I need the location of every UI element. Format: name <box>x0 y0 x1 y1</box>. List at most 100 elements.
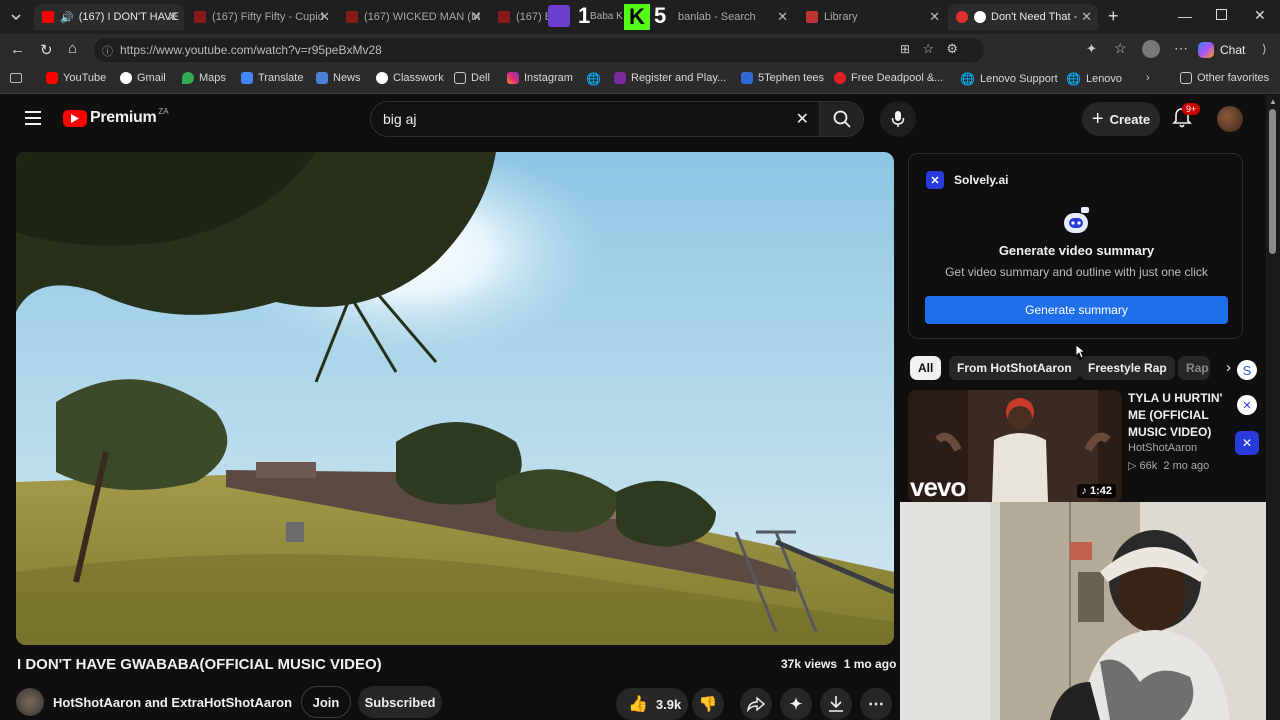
browser-tab[interactable]: banlab - Search ✕ <box>664 4 794 30</box>
channel-avatar[interactable] <box>16 688 44 716</box>
close-tab-icon[interactable]: ✕ <box>777 9 788 25</box>
close-tab-icon[interactable]: ✕ <box>471 9 482 25</box>
bookmark-lenovo-support[interactable]: 🌐 Lenovo Support <box>960 72 1058 86</box>
tab-label: (167) Fifty Fifty - Cupid <box>212 11 324 23</box>
clear-search-icon[interactable]: ✕ <box>796 109 809 129</box>
like-button[interactable]: 👍 3.9k <box>616 688 688 720</box>
bookmark-classwork[interactable]: Classwork <box>376 72 444 84</box>
bookmark-label: Free Deadpool &... <box>851 72 944 84</box>
bookmarks-overflow-icon[interactable]: › <box>1146 72 1150 84</box>
globe-icon: 🌐 <box>586 72 601 86</box>
apps-icon[interactable]: ⊞ <box>900 42 910 56</box>
close-tab-icon[interactable]: ✕ <box>167 9 178 25</box>
bookmark-translate[interactable]: Translate <box>241 72 303 84</box>
youtube-favicon-icon <box>42 11 54 23</box>
close-window-icon[interactable]: ✕ <box>1254 7 1266 24</box>
recommended-channel[interactable]: HotShotAaron <box>1128 442 1197 454</box>
bookmark-label: 5Tephen tees <box>758 72 825 84</box>
like-count: 3.9k <box>655 696 682 712</box>
vevo-logo: vevo <box>910 472 966 502</box>
join-button[interactable]: Join <box>301 686 351 718</box>
chip-freestyle-rap[interactable]: Freestyle Rap <box>1080 356 1175 380</box>
hamburger-menu-icon[interactable] <box>25 111 41 125</box>
channel-name[interactable]: HotShotAaron and ExtraHotShotAaron <box>53 695 292 710</box>
generate-summary-label: Generate summary <box>1025 303 1128 317</box>
extensions-puzzle-icon[interactable]: ✦ <box>1086 41 1097 57</box>
browser-tab[interactable]: (167) WICKED MAN (M ✕ <box>338 4 488 30</box>
solvely-summary-panel: ✕ Solvely.ai Generate video summary Get … <box>908 153 1243 339</box>
favorite-star-icon[interactable]: ☆ <box>922 41 934 57</box>
bookmark-instagram[interactable]: Instagram <box>507 72 573 84</box>
bookmark-news[interactable]: News <box>316 72 361 84</box>
solvely-logo-icon: ✕ <box>926 171 944 189</box>
home-icon[interactable]: ⌂ <box>68 40 77 57</box>
tab-list-icon[interactable] <box>8 9 26 25</box>
scrollbar-up-icon[interactable]: ▲ <box>1269 97 1277 106</box>
bookmark-5tephen-tees[interactable]: 5Tephen tees <box>741 72 824 84</box>
plus-icon: + <box>1091 107 1104 130</box>
extension-icon[interactable]: ⚙ <box>946 41 958 57</box>
browser-tab[interactable]: 🔊 (167) I DON'T HAVE ✕ <box>34 4 184 30</box>
bookmark-label: Dell <box>471 72 490 84</box>
more-menu-icon[interactable]: ⋯ <box>1174 40 1188 57</box>
bookmark-dell[interactable]: Dell <box>454 72 490 84</box>
site-info-icon[interactable]: ⓘ <box>102 43 113 59</box>
bookmark-maps[interactable]: Maps <box>182 72 226 84</box>
youtube-premium-logo[interactable]: Premium ZA <box>63 107 169 127</box>
video-frame <box>16 152 894 645</box>
back-icon[interactable]: ← <box>10 41 25 58</box>
browser-tab[interactable]: (167) Fifty Fifty - Cupid ✕ <box>186 4 336 30</box>
close-tab-icon[interactable]: ✕ <box>1081 9 1092 25</box>
download-button[interactable] <box>820 688 852 720</box>
chip-rap[interactable]: Rap <box>1178 356 1210 380</box>
video-player[interactable] <box>16 152 894 645</box>
bookmark-register[interactable]: Register and Play... <box>614 72 726 84</box>
side-extension-close-button[interactable]: ✕ <box>1237 395 1257 415</box>
bookmark-youtube[interactable]: YouTube <box>46 72 106 84</box>
minimize-icon[interactable]: — <box>1178 8 1192 24</box>
dislike-button[interactable]: 👎 <box>692 688 724 720</box>
bookmark-lenovo[interactable]: 🌐 Lenovo <box>1066 72 1122 86</box>
recommended-title[interactable]: TYLA U HURTIN' ME (OFFICIAL MUSIC VIDEO) <box>1128 390 1240 441</box>
new-tab-icon[interactable]: + <box>1108 6 1119 27</box>
favorites-icon[interactable]: ☆ <box>1114 40 1127 57</box>
side-extension-s-button[interactable]: S <box>1237 360 1257 380</box>
account-avatar[interactable] <box>1217 106 1243 132</box>
search-button[interactable] <box>820 101 864 137</box>
chip-all[interactable]: All <box>910 356 942 380</box>
ask-ai-button[interactable]: ✦ <box>780 688 812 720</box>
bookmark-label: Lenovo Support <box>979 73 1058 85</box>
recommended-thumbnail[interactable]: vevo ♪ 1:42 <box>908 390 1122 502</box>
share-icon <box>747 696 765 712</box>
sparkle-icon: ✦ <box>789 696 803 713</box>
scrollbar-thumb[interactable] <box>1269 109 1276 254</box>
browser-tab[interactable]: Don't Need That - ✕ <box>948 4 1098 30</box>
sidebar-toggle-icon[interactable]: ⟩ <box>1262 42 1267 56</box>
chip-from-hotshotaaron[interactable]: From HotShotAaron <box>949 356 1080 380</box>
share-button[interactable] <box>740 688 772 720</box>
bookmarks-menu-icon[interactable] <box>10 73 22 83</box>
close-tab-icon[interactable]: ✕ <box>319 9 330 25</box>
close-tab-icon[interactable]: ✕ <box>929 9 940 25</box>
more-actions-button[interactable]: ⋯ <box>860 688 892 720</box>
page-scrollbar[interactable]: ▲ <box>1266 95 1280 720</box>
bookmark-deadpool[interactable]: Free Deadpool &... <box>834 72 943 84</box>
chips-next-icon[interactable]: › <box>1226 359 1231 376</box>
other-favorites[interactable]: Other favorites <box>1180 72 1269 84</box>
search-input[interactable]: big aj ✕ <box>370 101 820 137</box>
refresh-icon[interactable]: ↻ <box>40 41 53 59</box>
address-bar[interactable]: ⓘ https://www.youtube.com/watch?v=r95peB… <box>94 38 984 62</box>
generate-summary-button[interactable]: Generate summary <box>925 296 1228 324</box>
notifications-button[interactable]: 9+ <box>1172 103 1201 131</box>
copilot-chat-button[interactable]: Chat <box>1198 39 1245 61</box>
browser-tab[interactable]: Library ✕ <box>798 4 946 30</box>
voice-search-button[interactable] <box>880 101 916 137</box>
globe-icon: 🌐 <box>1066 72 1081 86</box>
profile-avatar[interactable] <box>1142 40 1160 58</box>
bookmark-globe[interactable]: 🌐 <box>586 72 601 86</box>
create-button[interactable]: + Create <box>1082 102 1160 136</box>
restore-icon[interactable] <box>1216 9 1227 20</box>
recommended-views: 66k <box>1139 460 1158 472</box>
bookmark-gmail[interactable]: Gmail <box>120 72 166 84</box>
subscribed-button[interactable]: Subscribed <box>358 686 442 718</box>
